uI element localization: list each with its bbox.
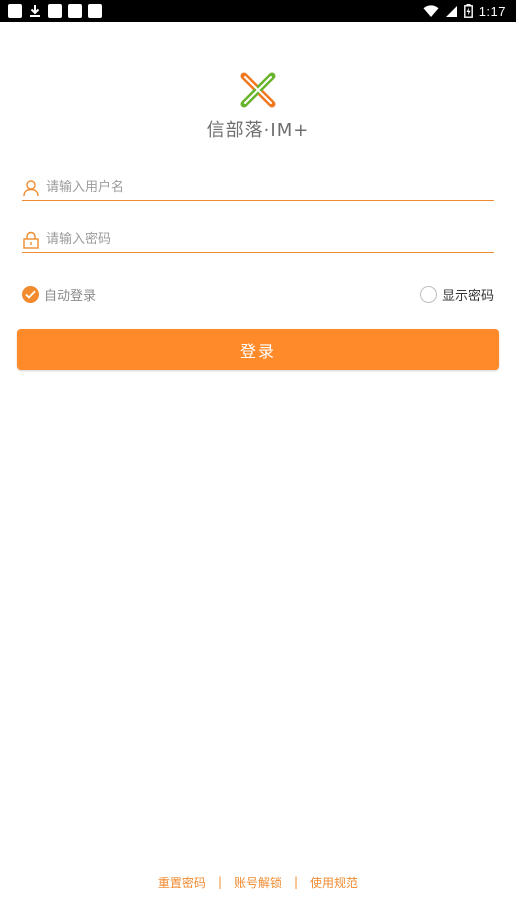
username-field bbox=[22, 175, 494, 201]
notification-square-icon bbox=[88, 4, 102, 18]
notification-square-icon bbox=[48, 4, 62, 18]
notification-square-icon bbox=[68, 4, 82, 18]
wifi-icon bbox=[423, 4, 439, 17]
footer-separator: | bbox=[294, 875, 299, 889]
battery-icon bbox=[463, 4, 473, 18]
footer-separator: | bbox=[217, 875, 222, 889]
status-bar-right: 1:17 bbox=[423, 4, 506, 19]
unlock-account-link[interactable]: 账号解锁 bbox=[234, 874, 282, 891]
status-bar-left bbox=[8, 4, 102, 18]
status-time: 1:17 bbox=[478, 3, 506, 19]
app-logo-text: 信部落·IM+ bbox=[206, 120, 310, 141]
checkmark-icon bbox=[22, 285, 39, 303]
unchecked-circle-icon bbox=[419, 285, 437, 303]
password-input[interactable] bbox=[46, 228, 486, 251]
notification-square-icon bbox=[8, 4, 22, 18]
status-bar: 1:17 bbox=[0, 0, 516, 22]
auto-login-checkbox[interactable]: 自动登录 bbox=[22, 285, 97, 304]
lock-icon bbox=[23, 231, 39, 249]
show-password-checkbox[interactable]: 显示密码 bbox=[419, 285, 494, 304]
app-logo-mark-icon bbox=[240, 72, 276, 108]
footer-links: 重置密码 | 账号解锁 | 使用规范 bbox=[0, 873, 516, 891]
download-icon bbox=[30, 5, 40, 17]
login-button[interactable]: 登录 bbox=[17, 329, 499, 370]
usage-rules-link[interactable]: 使用规范 bbox=[310, 874, 358, 891]
show-password-label: 显示密码 bbox=[441, 288, 494, 304]
auto-login-label: 自动登录 bbox=[44, 288, 97, 304]
user-icon bbox=[23, 179, 39, 196]
reset-password-link[interactable]: 重置密码 bbox=[158, 874, 206, 891]
username-input[interactable] bbox=[46, 176, 486, 199]
signal-icon bbox=[445, 5, 457, 17]
password-field bbox=[22, 227, 494, 253]
app-logo: 信部落·IM+ bbox=[204, 68, 312, 144]
